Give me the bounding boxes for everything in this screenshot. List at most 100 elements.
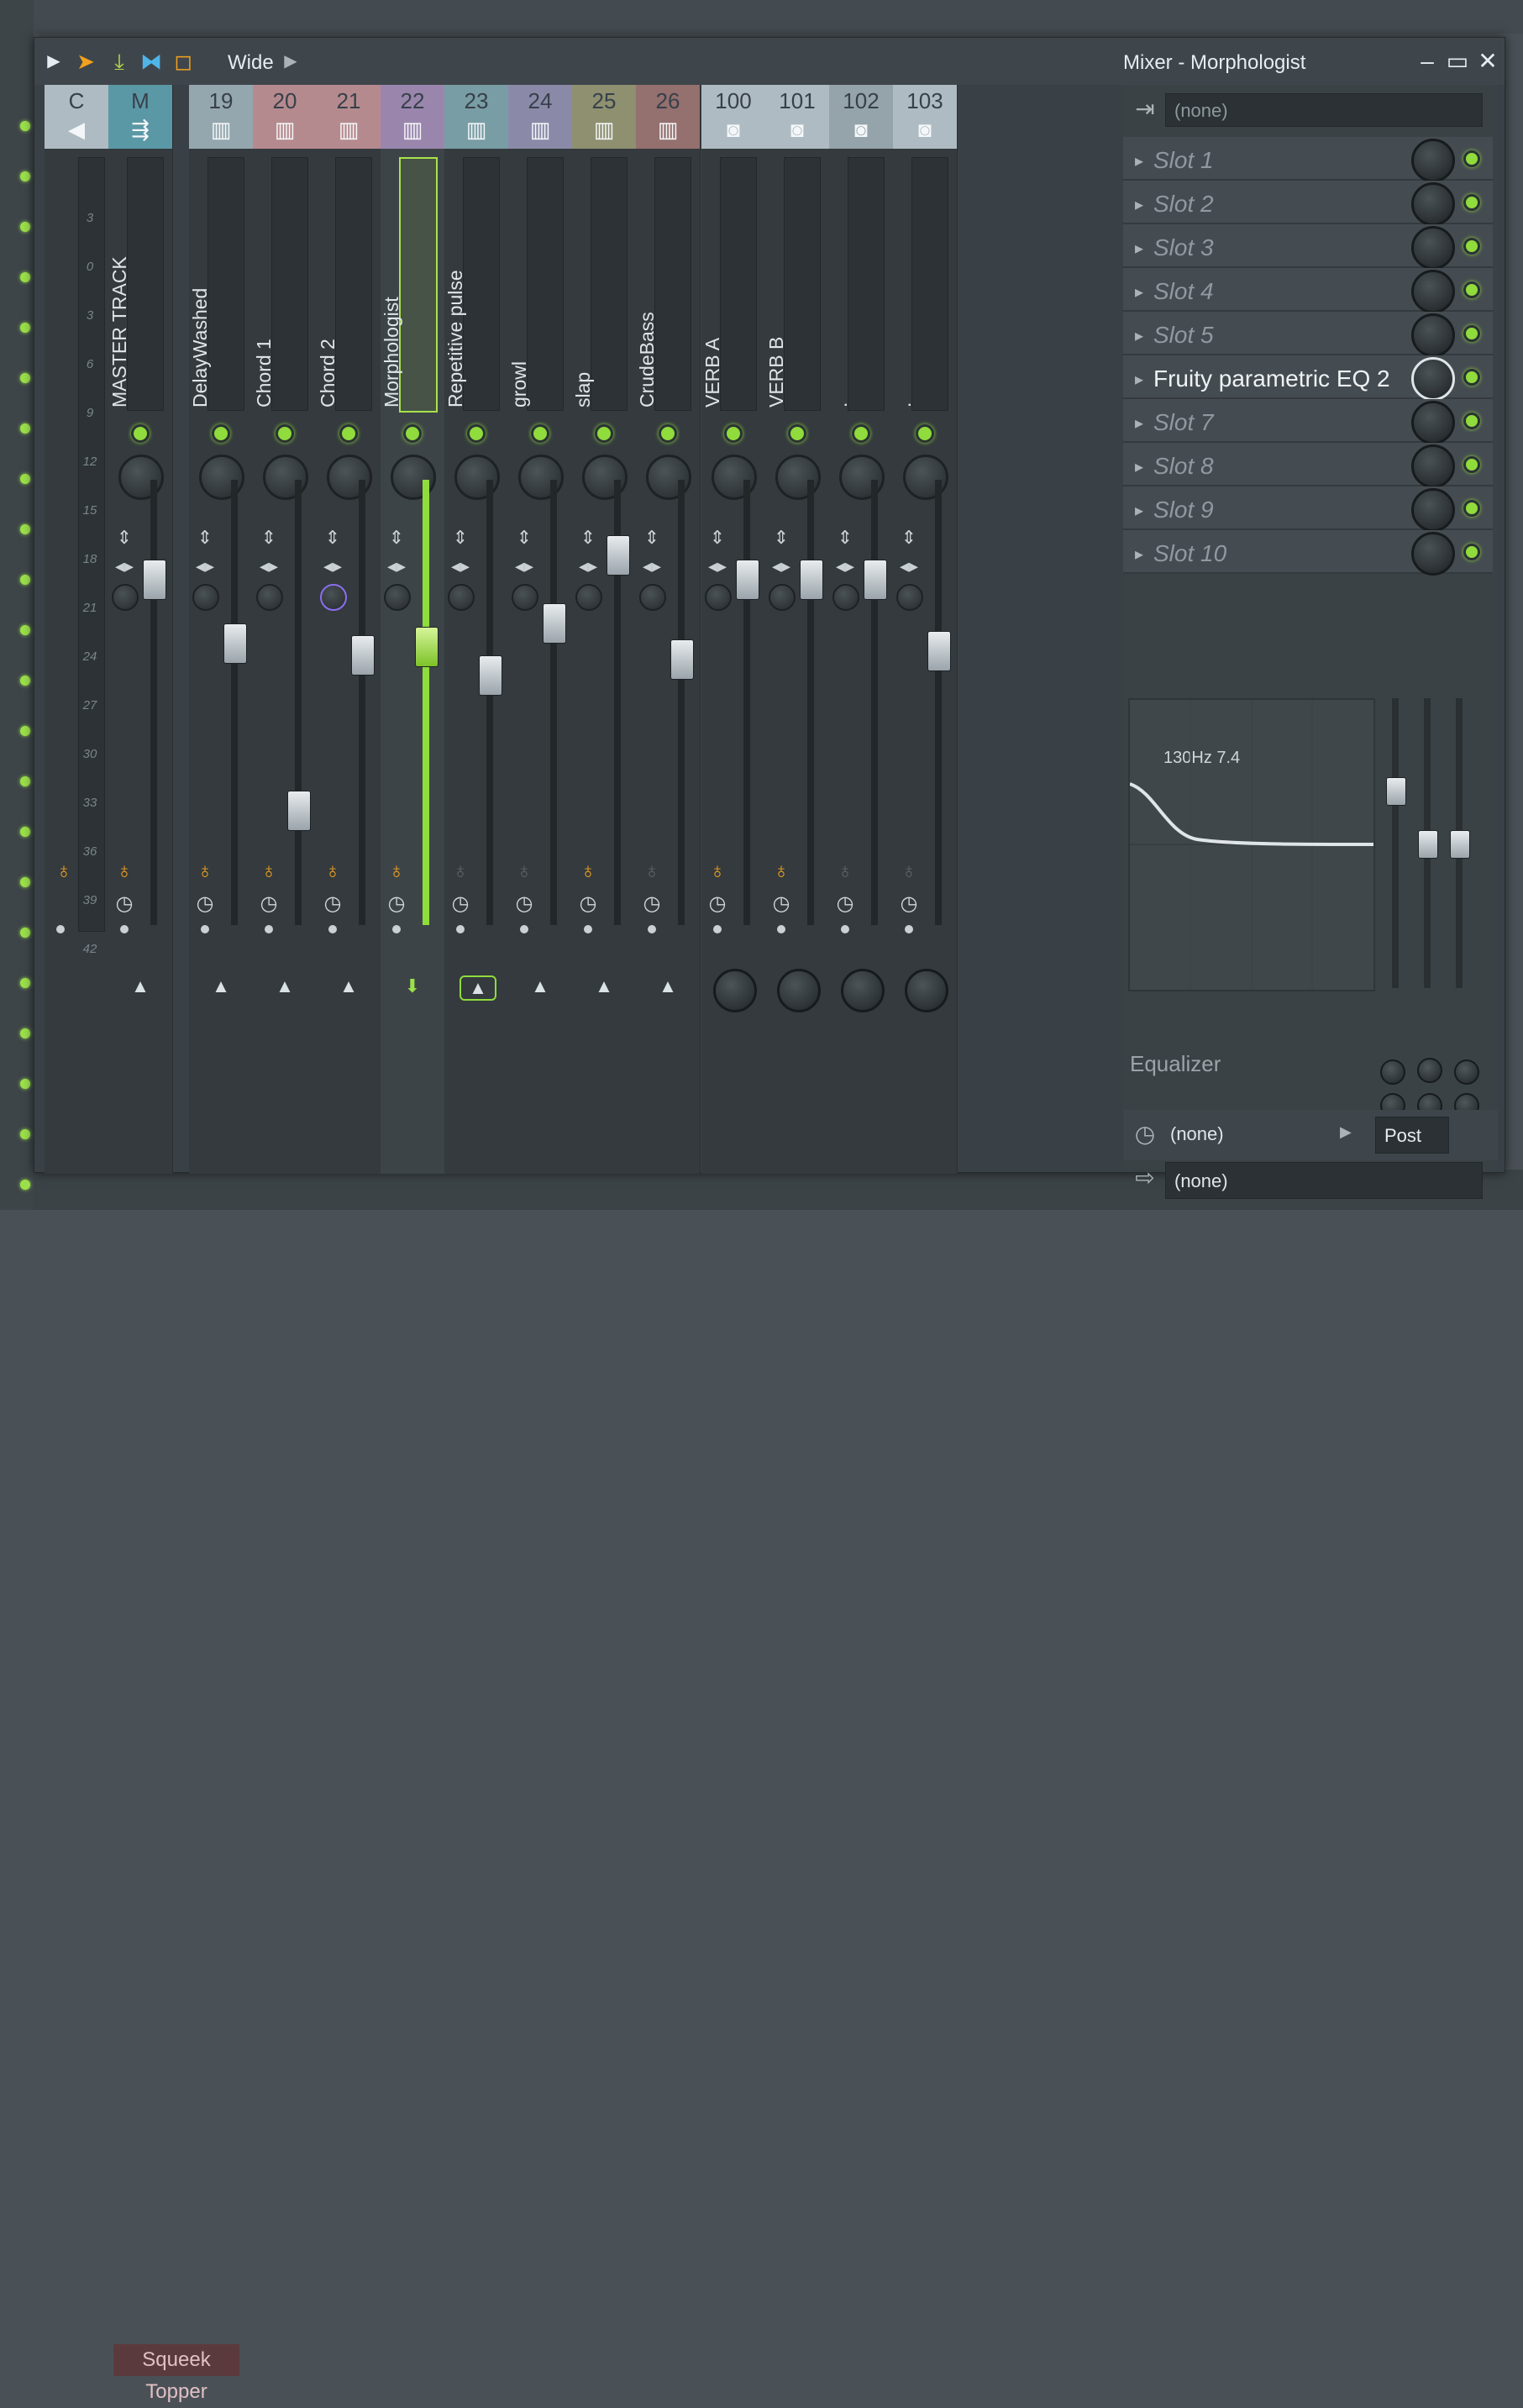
channel-name[interactable]: growl bbox=[508, 155, 537, 407]
channel-header[interactable]: C ◀ bbox=[45, 85, 108, 149]
channel-header[interactable]: 22 ▥ bbox=[381, 85, 444, 149]
swap-channels-icon[interactable]: ◂▸ bbox=[769, 555, 794, 577]
effect-slot-label[interactable]: Slot 9 bbox=[1153, 497, 1214, 523]
record-arm-icon[interactable]: ♁ bbox=[896, 858, 922, 884]
channel-header[interactable]: 21 ▥ bbox=[317, 85, 381, 149]
slot-mix-knob[interactable] bbox=[1411, 401, 1455, 444]
track-enable-led[interactable] bbox=[20, 827, 30, 837]
record-arm-icon[interactable]: ♁ bbox=[384, 858, 409, 884]
stereo-separation-icon[interactable]: ⇕ bbox=[512, 527, 537, 549]
record-arm-icon[interactable]: ♁ bbox=[575, 858, 601, 884]
eq-band-handle[interactable] bbox=[1418, 829, 1438, 859]
record-arm-icon[interactable]: ♁ bbox=[256, 858, 281, 884]
channel-select-dot[interactable] bbox=[392, 925, 401, 933]
route-to-channel-button[interactable]: ▲ bbox=[651, 975, 685, 997]
eq-band-handle[interactable] bbox=[1386, 776, 1406, 806]
latency-clock-icon[interactable]: ◷ bbox=[320, 891, 345, 916]
channel-name[interactable]: Chord 1 bbox=[253, 155, 281, 407]
slot-menu-arrow-icon[interactable]: ▸ bbox=[1135, 238, 1143, 259]
swap-channels-icon[interactable]: ◂▸ bbox=[256, 555, 281, 577]
latency-clock-icon[interactable]: ◷ bbox=[256, 891, 281, 916]
stereo-separation-icon[interactable]: ⇕ bbox=[448, 527, 473, 549]
stereo-separation-icon[interactable]: ⇕ bbox=[705, 527, 730, 549]
record-arm-icon[interactable]: ♁ bbox=[769, 858, 794, 884]
slot-enable-led[interactable] bbox=[1463, 500, 1480, 517]
effect-slot[interactable]: ▸ Slot 9 bbox=[1123, 486, 1493, 532]
volume-fader-handle[interactable] bbox=[927, 631, 951, 672]
stereo-separation-icon[interactable]: ⇕ bbox=[112, 527, 137, 549]
track-enable-led[interactable] bbox=[20, 928, 30, 938]
track-enable-led[interactable] bbox=[20, 625, 30, 635]
mixer-channel-C[interactable]: C ◀ 3 0 3 6 9 12 15 18 21 24 27 30 33 36 39 42 ♁ bbox=[45, 85, 109, 1174]
swap-channels-icon[interactable]: ◂▸ bbox=[896, 555, 922, 577]
swap-channels-icon[interactable]: ◂▸ bbox=[512, 555, 537, 577]
channel-enable-led[interactable] bbox=[339, 424, 358, 443]
slot-enable-led[interactable] bbox=[1463, 194, 1480, 211]
eq-band-handle[interactable] bbox=[1450, 829, 1470, 859]
channel-select-dot[interactable] bbox=[713, 925, 722, 933]
stereo-knob[interactable] bbox=[192, 584, 219, 611]
record-arm-icon[interactable]: ♁ bbox=[832, 858, 858, 884]
volume-fader-track[interactable] bbox=[150, 480, 157, 925]
channel-enable-led[interactable] bbox=[595, 424, 613, 443]
effect-slot[interactable]: ▸ Slot 3 bbox=[1123, 224, 1493, 270]
channel-name[interactable]: Morphologist bbox=[381, 155, 409, 407]
stereo-knob[interactable] bbox=[832, 584, 859, 611]
eq-type-knob-1[interactable] bbox=[1380, 1059, 1405, 1085]
effect-slot[interactable]: ▸ Slot 2 bbox=[1123, 181, 1493, 226]
send-level-knob[interactable] bbox=[905, 969, 948, 1012]
channel-enable-led[interactable] bbox=[212, 424, 230, 443]
slot-mix-knob[interactable] bbox=[1411, 270, 1455, 313]
swap-channels-icon[interactable]: ◂▸ bbox=[112, 555, 137, 577]
channel-name[interactable]: DelayWashed bbox=[189, 155, 218, 407]
slot-menu-arrow-icon[interactable]: ▸ bbox=[1135, 413, 1143, 434]
channel-name[interactable]: . bbox=[829, 155, 858, 407]
route-to-channel-button[interactable]: ⬇ bbox=[396, 975, 429, 997]
volume-fader-handle[interactable] bbox=[670, 639, 694, 680]
slot-enable-led[interactable] bbox=[1463, 456, 1480, 473]
channel-name[interactable]: VERB A bbox=[701, 155, 730, 407]
volume-fader-track[interactable] bbox=[871, 480, 878, 925]
channel-select-dot[interactable] bbox=[841, 925, 849, 933]
stereo-knob[interactable] bbox=[705, 584, 732, 611]
mixer-channel-25[interactable]: 25 ▥ slap ⇕ ◂▸ ♁ ◷ ▲ bbox=[572, 85, 637, 1174]
mixer-channel-23[interactable]: 23 ▥ Repetitive pulse ⇕ ◂▸ ♁ ◷ ▲ bbox=[444, 85, 509, 1174]
audio-output-select[interactable]: (none) bbox=[1165, 1162, 1483, 1199]
volume-fader-track[interactable] bbox=[807, 480, 814, 925]
mixer-channel-22[interactable]: 22 ▥ Morphologist ⇕ ◂▸ ♁ ◷ ⬇ bbox=[381, 85, 445, 1174]
slot-enable-led[interactable] bbox=[1463, 544, 1480, 560]
channel-name[interactable]: slap bbox=[572, 155, 601, 407]
effect-slot-label[interactable]: Slot 7 bbox=[1153, 409, 1214, 436]
effect-slot-label[interactable]: Slot 2 bbox=[1153, 191, 1214, 218]
track-enable-led[interactable] bbox=[20, 676, 30, 686]
channel-name[interactable]: CrudeBass bbox=[636, 155, 664, 407]
swap-channels-icon[interactable]: ◂▸ bbox=[639, 555, 664, 577]
record-arm-icon[interactable]: ♁ bbox=[51, 858, 76, 884]
stereo-knob[interactable] bbox=[384, 584, 411, 611]
slot-menu-arrow-icon[interactable]: ▸ bbox=[1135, 456, 1143, 477]
effect-slot[interactable]: ▸ Slot 8 bbox=[1123, 443, 1493, 488]
mixer-channel-21[interactable]: 21 ▥ Chord 2 ⇕ ◂▸ ♁ ◷ ▲ bbox=[317, 85, 381, 1174]
swap-channels-icon[interactable]: ◂▸ bbox=[448, 555, 473, 577]
channel-select-dot[interactable] bbox=[456, 925, 465, 933]
volume-fader-handle[interactable] bbox=[351, 634, 375, 676]
record-arm-icon[interactable]: ♁ bbox=[192, 858, 218, 884]
latency-clock-icon[interactable]: ◷ bbox=[192, 891, 218, 916]
channel-name[interactable]: VERB B bbox=[765, 155, 794, 407]
download-icon[interactable]: ⤓ bbox=[107, 50, 132, 73]
volume-fader-handle[interactable] bbox=[864, 559, 887, 600]
latency-clock-icon[interactable]: ◷ bbox=[705, 891, 730, 916]
record-arm-icon[interactable]: ♁ bbox=[448, 858, 473, 884]
slot-menu-arrow-icon[interactable]: ▸ bbox=[1135, 325, 1143, 346]
channel-select-dot[interactable] bbox=[56, 925, 65, 933]
channel-name[interactable]: Chord 2 bbox=[317, 155, 345, 407]
latency-clock-icon[interactable]: ◷ bbox=[384, 891, 409, 916]
channel-enable-led[interactable] bbox=[852, 424, 870, 443]
stereo-knob[interactable] bbox=[575, 584, 602, 611]
latency-clock-icon[interactable]: ◷ bbox=[769, 891, 794, 916]
volume-fader-track[interactable] bbox=[935, 480, 942, 925]
track-enable-led[interactable] bbox=[20, 121, 30, 131]
mixer-channel-102[interactable]: 102 ◙. ⇕ ◂▸ ♁ ◷ bbox=[829, 85, 894, 1174]
volume-fader-handle[interactable] bbox=[479, 655, 502, 696]
effect-slot[interactable]: ▸ Slot 1 bbox=[1123, 137, 1493, 182]
